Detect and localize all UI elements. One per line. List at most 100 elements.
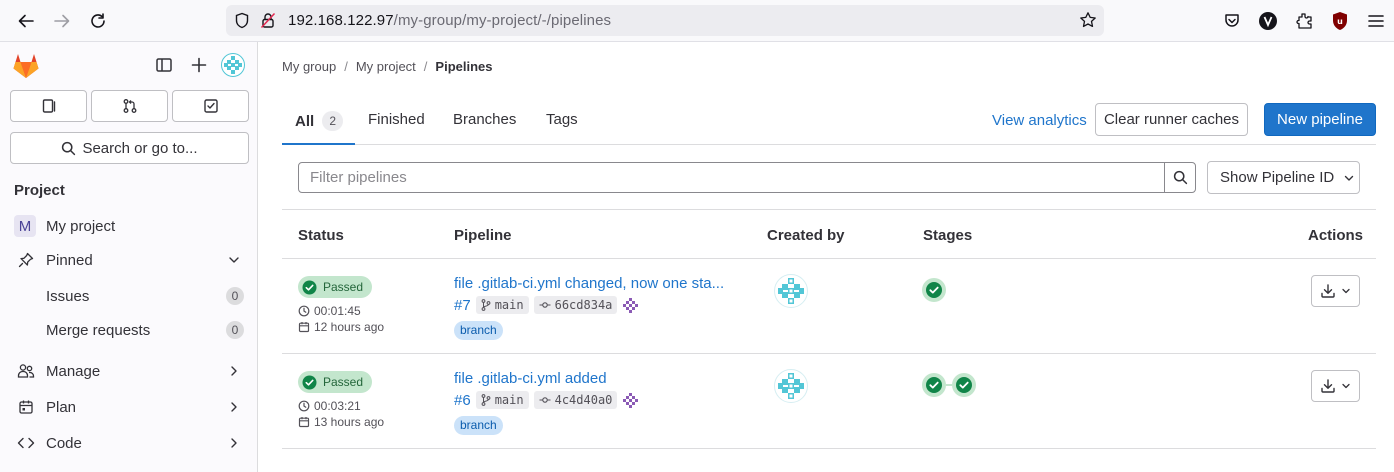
pipeline-tabs: All 2 Finished Branches Tags bbox=[282, 98, 612, 145]
view-analytics-link[interactable]: View analytics bbox=[992, 112, 1087, 129]
url-bar[interactable]: 192.168.122.97/my-group/my-project/-/pip… bbox=[226, 5, 1104, 36]
shield-icon[interactable] bbox=[234, 12, 250, 29]
branch-ref[interactable]: main bbox=[475, 391, 529, 409]
check-circle-icon bbox=[926, 282, 942, 298]
branch-ref[interactable]: main bbox=[475, 296, 529, 314]
tab-all[interactable]: All 2 bbox=[295, 111, 344, 131]
created-by-avatar[interactable] bbox=[774, 274, 808, 308]
new-pipeline-button[interactable]: New pipeline bbox=[1264, 103, 1376, 136]
filter-pipelines-input[interactable]: Filter pipelines bbox=[298, 162, 1165, 193]
check-circle-icon bbox=[956, 377, 972, 393]
pocket-icon[interactable] bbox=[1220, 9, 1244, 33]
search-button[interactable]: Search or go to... bbox=[10, 132, 249, 164]
commit-sha-text: 66cd834a bbox=[554, 298, 613, 312]
check-circle-icon bbox=[926, 377, 942, 393]
chevron-down-icon bbox=[1345, 175, 1354, 181]
column-header-created-by: Created by bbox=[767, 227, 845, 244]
tab-label: All bbox=[295, 112, 315, 130]
ublock-icon[interactable]: u bbox=[1328, 9, 1352, 33]
commit-title-link[interactable]: file .gitlab-ci.yml added bbox=[454, 370, 607, 387]
tab-tags[interactable]: Tags bbox=[546, 111, 578, 128]
sidebar-item-manage[interactable]: Manage bbox=[8, 355, 250, 387]
create-new-icon[interactable] bbox=[190, 56, 208, 74]
sidebar-item-label: Manage bbox=[46, 362, 101, 380]
sidebar-item-label: My project bbox=[46, 217, 116, 235]
duration: 00:03:21 bbox=[298, 399, 361, 413]
duration: 00:01:45 bbox=[298, 304, 361, 318]
commit-sha[interactable]: 4c4d40a0 bbox=[533, 391, 618, 409]
project-avatar: M bbox=[14, 215, 36, 237]
commit-sha[interactable]: 66cd834a bbox=[533, 296, 618, 314]
todo-icon bbox=[203, 99, 218, 113]
breadcrumb-current[interactable]: Pipelines bbox=[435, 59, 492, 74]
column-header-actions: Actions bbox=[1308, 227, 1364, 244]
filter-search-button[interactable] bbox=[1164, 162, 1196, 193]
clock-icon bbox=[298, 305, 310, 317]
profile-v-icon[interactable] bbox=[1256, 9, 1280, 33]
finished-time: 12 hours ago bbox=[298, 320, 384, 334]
pipeline-stages bbox=[922, 278, 946, 302]
commit-author-avatar[interactable] bbox=[622, 297, 639, 314]
back-icon[interactable] bbox=[14, 9, 38, 33]
download-icon bbox=[1320, 284, 1335, 298]
menu-icon[interactable] bbox=[1364, 9, 1388, 33]
active-tab-indicator bbox=[282, 143, 355, 145]
tab-finished[interactable]: Finished bbox=[368, 111, 425, 128]
sidebar-item-plan[interactable]: Plan bbox=[8, 391, 250, 423]
created-by-avatar[interactable] bbox=[774, 369, 808, 403]
breadcrumb-project[interactable]: My project bbox=[356, 59, 416, 74]
pin-icon bbox=[16, 250, 36, 270]
breadcrumb: My group / My project / Pipelines bbox=[282, 59, 493, 74]
duration-text: 00:03:21 bbox=[314, 399, 361, 413]
commit-title-link[interactable]: file .gitlab-ci.yml changed, now one sta… bbox=[454, 275, 724, 292]
forward-icon[interactable] bbox=[50, 9, 74, 33]
clear-runner-caches-button[interactable]: Clear runner caches bbox=[1095, 103, 1248, 136]
breadcrumb-separator: / bbox=[423, 59, 428, 74]
status-badge[interactable]: Passed bbox=[298, 276, 373, 298]
sidebar-item-pinned[interactable]: Pinned bbox=[8, 244, 250, 276]
finished-text: 12 hours ago bbox=[314, 320, 385, 334]
sidebar-toggle-icon[interactable] bbox=[155, 56, 173, 74]
pipeline-stages bbox=[922, 373, 976, 397]
breadcrumb-group[interactable]: My group bbox=[282, 59, 336, 74]
user-avatar[interactable] bbox=[221, 53, 245, 77]
url-text[interactable]: 192.168.122.97/my-group/my-project/-/pip… bbox=[288, 12, 611, 29]
bookmark-star-icon[interactable] bbox=[1079, 11, 1097, 29]
pipeline-id-link[interactable]: #7 bbox=[454, 297, 471, 314]
merge-requests-button[interactable] bbox=[91, 90, 168, 122]
finished-time: 13 hours ago bbox=[298, 415, 384, 429]
sidebar-item-merge-requests[interactable]: Merge requests 0 bbox=[8, 314, 250, 346]
pipeline-id-link[interactable]: #6 bbox=[454, 392, 471, 409]
extensions-icon[interactable] bbox=[1292, 9, 1316, 33]
breadcrumb-separator: / bbox=[344, 59, 348, 74]
tab-count-badge: 2 bbox=[322, 111, 344, 131]
sidebar: Search or go to... Project M My project … bbox=[0, 42, 258, 472]
sidebar-item-project[interactable]: M My project bbox=[8, 210, 250, 242]
sidebar-item-issues[interactable]: Issues 0 bbox=[8, 280, 250, 312]
stage-passed[interactable] bbox=[922, 278, 946, 302]
stage-passed[interactable] bbox=[952, 373, 976, 397]
insecure-lock-icon[interactable] bbox=[260, 12, 276, 29]
svg-text:u: u bbox=[1337, 17, 1343, 26]
calendar-icon bbox=[16, 397, 36, 417]
tab-branches[interactable]: Branches bbox=[453, 111, 516, 128]
column-header-stages: Stages bbox=[923, 227, 973, 244]
assigned-issues-button[interactable] bbox=[10, 90, 87, 122]
chevron-right-icon bbox=[226, 399, 242, 415]
pipeline-id-line: #7 main 66cd834a bbox=[454, 296, 639, 314]
reload-icon[interactable] bbox=[86, 9, 110, 33]
search-icon bbox=[62, 141, 76, 155]
merge-request-icon bbox=[123, 99, 136, 113]
url-host: 192.168.122.97 bbox=[288, 12, 394, 29]
stage-passed[interactable] bbox=[922, 373, 946, 397]
pipeline-id-dropdown[interactable]: Show Pipeline ID bbox=[1207, 161, 1360, 194]
download-artifacts-button[interactable] bbox=[1311, 370, 1360, 402]
branch-icon bbox=[481, 299, 491, 311]
commit-author-avatar[interactable] bbox=[622, 392, 639, 409]
gitlab-logo-icon[interactable] bbox=[12, 53, 40, 79]
todo-button[interactable] bbox=[172, 90, 249, 122]
status-badge[interactable]: Passed bbox=[298, 371, 373, 393]
download-artifacts-button[interactable] bbox=[1311, 275, 1360, 307]
sidebar-item-code[interactable]: Code bbox=[8, 427, 250, 459]
merge-requests-count-badge: 0 bbox=[226, 321, 244, 339]
